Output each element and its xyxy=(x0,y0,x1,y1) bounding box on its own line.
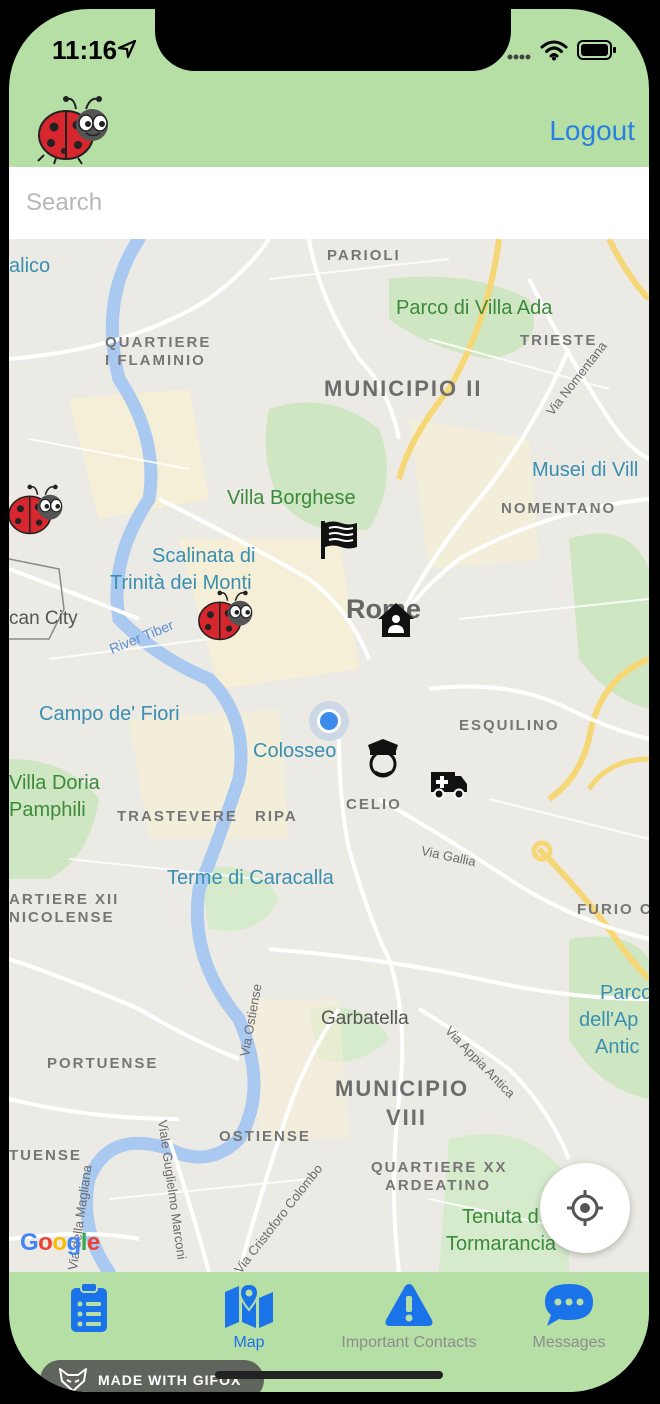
map-label: CELIO xyxy=(346,796,402,813)
map-label: can City xyxy=(9,608,78,629)
map-label: ESQUILINO xyxy=(459,717,560,734)
ladybug-marker-icon[interactable] xyxy=(9,483,67,539)
home-indicator[interactable] xyxy=(215,1371,443,1379)
map-label: Tenuta d xyxy=(462,1206,539,1228)
map-label: Antic xyxy=(595,1036,640,1058)
map-label: TRIESTE xyxy=(520,332,598,349)
tab-messages[interactable]: Messages xyxy=(489,1272,649,1372)
clipboard-list-icon xyxy=(71,1282,107,1332)
search-bar xyxy=(9,167,649,239)
map-label: OSTIENSE xyxy=(219,1128,311,1145)
google-attribution: Google xyxy=(20,1229,100,1256)
status-bar: 11:16 xyxy=(9,9,649,91)
tab-tasks[interactable] xyxy=(9,1272,169,1372)
tab-label: Important Contacts xyxy=(341,1334,477,1351)
map-label: Colosseo xyxy=(253,740,337,762)
map-label: Campo de' Fiori xyxy=(39,703,180,725)
tab-label: Messages xyxy=(532,1334,606,1351)
house-marker-icon[interactable] xyxy=(376,601,416,639)
chat-icon xyxy=(545,1284,593,1326)
map-label: dell'Ap xyxy=(579,1009,639,1031)
map-label: NICOLENSE xyxy=(9,909,115,926)
map-view[interactable]: PARIOLI alico Parco di Villa Ada QUARTIE… xyxy=(9,239,649,1272)
location-arrow-icon xyxy=(117,39,137,59)
map-label: Villa Doria xyxy=(9,772,100,794)
map-label: RIPA xyxy=(255,808,298,825)
map-label: I FLAMINIO xyxy=(105,352,206,369)
search-input[interactable] xyxy=(9,167,649,239)
map-label: alico xyxy=(9,255,51,277)
phone-screen: 11:16 Logout Search PARIOLI alico Parco … xyxy=(9,9,649,1392)
logout-button[interactable]: Logout xyxy=(549,115,635,147)
police-marker-icon[interactable] xyxy=(365,737,401,779)
map-icon xyxy=(225,1284,273,1328)
ladybug-marker-icon[interactable] xyxy=(195,589,257,645)
tab-map[interactable]: Map xyxy=(169,1272,329,1372)
tab-important-contacts[interactable]: Important Contacts xyxy=(329,1272,489,1372)
map-label: ARDEATINO xyxy=(385,1177,492,1194)
map-label: Parco di Villa Ada xyxy=(396,297,553,319)
map-label: PARIOLI xyxy=(327,247,401,264)
map-label: TRASTEVERE xyxy=(117,808,238,825)
map-label: MUNICIPIO xyxy=(335,1076,470,1101)
status-time: 11:16 xyxy=(52,35,118,65)
map-label: Musei di Vill xyxy=(532,459,639,481)
map-label: Parco xyxy=(600,982,649,1004)
flag-marker-icon[interactable] xyxy=(319,519,361,561)
map-label: Garbatella xyxy=(321,1008,409,1029)
my-location-button[interactable] xyxy=(540,1163,630,1253)
map-label: NOMENTANO xyxy=(501,500,617,517)
map-label: Pamphili xyxy=(9,799,86,821)
wifi-icon xyxy=(540,40,568,61)
map-label: Tormarancia xyxy=(446,1233,557,1255)
map-label: Villa Borghese xyxy=(227,487,356,509)
cellular-signal-icon xyxy=(507,54,531,60)
map-label: PORTUENSE xyxy=(47,1055,159,1072)
map-label: QUARTIERE XX xyxy=(371,1159,508,1176)
current-location-dot xyxy=(317,709,341,733)
map-label: ARTIERE XII xyxy=(9,891,120,908)
fox-icon xyxy=(59,1368,87,1392)
map-label: FURIO CA xyxy=(577,901,649,918)
ambulance-marker-icon[interactable] xyxy=(429,768,469,800)
map-label: QUARTIERE xyxy=(105,334,212,351)
ladybug-logo-icon xyxy=(37,96,108,165)
battery-icon xyxy=(577,40,616,60)
tab-label: Map xyxy=(233,1334,265,1351)
map-label: Scalinata di xyxy=(152,545,256,567)
warning-icon xyxy=(385,1284,433,1326)
map-label: MUNICIPIO II xyxy=(324,376,483,401)
app-header: Logout xyxy=(9,87,649,167)
map-label: VIII xyxy=(386,1105,428,1130)
crosshair-icon xyxy=(567,1190,603,1226)
map-label: Terme di Caracalla xyxy=(167,867,334,889)
map-label: TUENSE xyxy=(9,1147,82,1164)
